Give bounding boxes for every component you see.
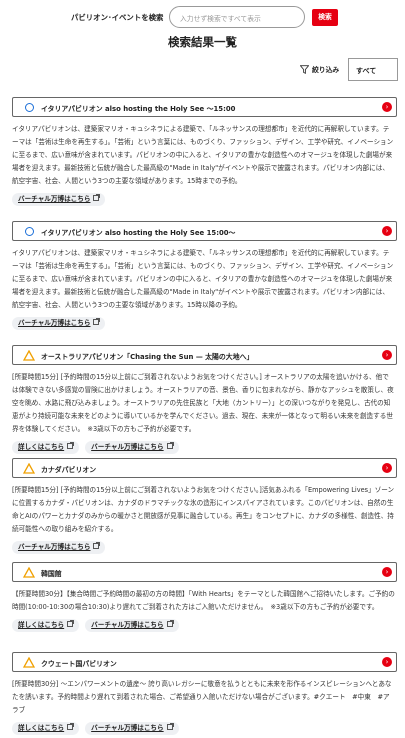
card-links: バーチャル万博はこちら [12,193,397,207]
chevron-right-icon[interactable]: › [382,463,392,473]
card-header[interactable]: イタリアパビリオン also hosting the Holy See 〜15:… [12,97,397,117]
external-link-icon [67,442,75,449]
details-link[interactable]: 詳しくはこちら [12,619,80,632]
filter-label: 絞り込み [312,66,340,74]
card-header[interactable]: クウェート国パビリオン › [12,652,397,672]
card-links: バーチャル万博はこちら [12,317,397,331]
search-input[interactable]: 入力せず検索ですべて表示 [169,6,305,28]
details-link[interactable]: 詳しくはこちら [12,441,80,454]
result-card: イタリアパビリオン also hosting the Holy See 〜15:… [12,97,397,207]
card-header[interactable]: カナダパビリオン › [12,458,397,478]
results-title: 検索結果一覧 [168,35,237,49]
link-label: バーチャル万博はこちら [18,319,91,327]
link-label: 詳しくはこちら [18,443,65,451]
virtual-expo-link[interactable]: バーチャル万博はこちら [85,722,179,735]
card-description: [所要時間30分] 〜エンパワーメントの遺産〜 誇り高いレガシーに敬意を払うとと… [12,680,392,714]
chevron-right-icon[interactable]: › [382,102,392,112]
filter-button[interactable]: 絞り込み [300,64,339,74]
card-links: 詳しくはこちら バーチャル万博はこちら [12,619,397,633]
search-button[interactable]: 検索 [312,9,338,26]
virtual-expo-link[interactable]: バーチャル万博はこちら [12,541,106,554]
external-link-icon [67,620,75,627]
card-header[interactable]: 韓国館 › [12,562,397,582]
link-label: 詳しくはこちら [18,621,65,629]
result-card: オーストラリアパビリオン「Chasing the Sun — 太陽の大地へ」 ›… [12,345,397,455]
result-card: クウェート国パビリオン › [所要時間30分] 〜エンパワーメントの遺産〜 誇り… [12,652,397,736]
link-label: バーチャル万博はこちら [91,443,164,451]
result-card: イタリアパビリオン also hosting the Holy See 15:0… [12,221,397,331]
circle-icon [25,103,34,112]
card-header[interactable]: イタリアパビリオン also hosting the Holy See 15:0… [12,221,397,241]
chevron-right-icon[interactable]: › [382,657,392,667]
chevron-right-icon[interactable]: › [382,350,392,360]
external-link-icon [93,194,101,201]
chevron-right-icon[interactable]: › [382,226,392,236]
link-label: 詳しくはこちら [18,724,65,732]
external-link-icon [67,723,75,730]
virtual-expo-link[interactable]: バーチャル万博はこちら [12,193,106,206]
warning-triangle-icon [23,657,35,668]
warning-triangle-icon [23,350,35,361]
card-description: [所要時間15分] [予約時間の15分以上前にご到着されないようお気をつけくださ… [12,486,395,533]
card-title: イタリアパビリオン also hosting the Holy See 〜15:… [41,105,236,113]
card-links: 詳しくはこちら バーチャル万博はこちら [12,722,397,736]
link-label: バーチャル万博はこちら [91,621,164,629]
card-links: 詳しくはこちら バーチャル万博はこちら [12,441,397,455]
circle-icon [25,227,34,236]
card-description: [所要時間15分] [予約時間の15分以上前にご到着されないようお気をつけくださ… [12,373,394,433]
external-link-icon [166,723,174,730]
external-link-icon [93,542,101,549]
link-label: バーチャル万博はこちら [18,195,91,203]
virtual-expo-link[interactable]: バーチャル万博はこちら [12,317,106,330]
filter-icon [300,65,309,74]
details-link[interactable]: 詳しくはこちら [12,722,80,735]
external-link-icon [166,442,174,449]
external-link-icon [166,620,174,627]
search-bar: パビリオン･イベントを検索 入力せず検索ですべて表示 検索 [0,3,405,29]
virtual-expo-link[interactable]: バーチャル万博はこちら [85,441,179,454]
card-description: イタリアパビリオンは、建築家マリオ・キュシネラによる建築で、「ルネッサンスの理想… [12,125,394,185]
chevron-right-icon[interactable]: › [382,567,392,577]
result-card: カナダパビリオン › [所要時間15分] [予約時間の15分以上前にご到着されな… [12,458,397,555]
warning-triangle-icon [23,567,35,578]
card-description: 【所要時間30分】【集合時間ご予約時間の最初の方の時間】「With Hearts… [12,590,395,611]
result-card: 韓国館 › 【所要時間30分】【集合時間ご予約時間の最初の方の時間】「With … [12,562,397,633]
card-title: クウェート国パビリオン [41,660,117,668]
card-title: 韓国館 [41,570,62,578]
card-description: イタリアパビリオンは、建築家マリオ・キュシネラによる建築で、「ルネッサンスの理想… [12,249,394,309]
sort-select[interactable]: すべて [348,58,398,81]
external-link-icon [93,318,101,325]
link-label: バーチャル万博はこちら [18,543,91,551]
card-title: イタリアパビリオン also hosting the Holy See 15:0… [41,229,236,237]
card-title: カナダパビリオン [41,466,97,474]
search-label: パビリオン･イベントを検索 [71,13,164,22]
warning-triangle-icon [23,463,35,474]
card-header[interactable]: オーストラリアパビリオン「Chasing the Sun — 太陽の大地へ」 › [12,345,397,365]
link-label: バーチャル万博はこちら [91,724,164,732]
virtual-expo-link[interactable]: バーチャル万博はこちら [85,619,179,632]
card-title: オーストラリアパビリオン「Chasing the Sun — 太陽の大地へ」 [41,353,254,361]
card-links: バーチャル万博はこちら [12,541,397,555]
